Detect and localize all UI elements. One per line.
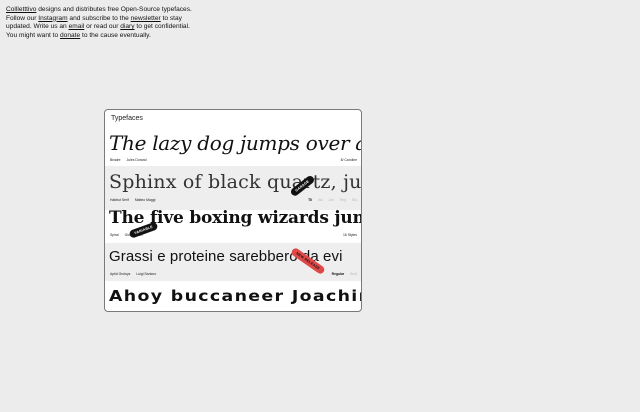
style-option[interactable]: Tll [308, 198, 312, 202]
typeface-styles-count: 8/ Caroline [340, 158, 357, 162]
typeface-name[interactable]: Spiral [110, 233, 119, 237]
style-option[interactable]: Ital [318, 198, 323, 202]
typeface-styles-count: 16 Styles [343, 233, 357, 237]
typeface-meta: Binaire Jules Durand [110, 158, 152, 162]
style-selector: Regular Bold [327, 272, 357, 276]
typefaces-panel: Typefaces The lazy dog jumps over a quic… [104, 109, 362, 312]
typeface-meta: Habbut Serif Matteo Maggi [110, 198, 160, 202]
panel-title: Typefaces [111, 115, 143, 122]
brand-link[interactable]: Collletttivo [6, 6, 36, 13]
intro-text-4: or read our [84, 23, 121, 31]
typeface-row-aptid[interactable]: Grassi e proteine sarebbero da evi Aptid… [105, 243, 361, 281]
style-option[interactable]: Regular [332, 272, 345, 276]
typeface-designer[interactable]: Jules Durand [127, 158, 147, 162]
typeface-row-ahoy[interactable]: Ahoy buccaneer Joachim [105, 282, 361, 311]
style-option[interactable]: Bld [352, 198, 357, 202]
typeface-designer[interactable]: Matteo Maggi [135, 198, 156, 202]
typeface-sample: Sphinx of black quartz, judge [109, 171, 361, 193]
typeface-designer[interactable]: Luigi Santoro [136, 272, 156, 276]
typeface-name[interactable]: Habbut Serif [110, 198, 129, 202]
intro-text: Collletttivo designs and distributes fre… [6, 6, 196, 40]
style-option[interactable]: Reg [340, 198, 346, 202]
instagram-link[interactable]: Instagram [38, 15, 67, 22]
diary-link[interactable]: diary [120, 23, 134, 30]
donate-link[interactable]: donate [60, 32, 80, 39]
intro-text-2: and subscribe to the [67, 14, 131, 22]
typeface-name[interactable]: Binaire [110, 158, 121, 162]
typeface-row-habbut[interactable]: Sphinx of black quartz, judge Habbut Ser… [105, 166, 361, 210]
email-link[interactable]: email [69, 23, 85, 30]
newsletter-link[interactable]: newsletter [131, 15, 161, 22]
style-option[interactable]: Lite [328, 198, 333, 202]
style-selector: Tll Ital Lite Reg Bld [303, 198, 357, 202]
typeface-row-spiral[interactable]: The five boxing wizards jump qui Spiral … [105, 206, 361, 243]
typeface-meta: Aptid Grotsys Luigi Santoro [110, 272, 161, 276]
intro-text-6: to the cause eventually. [80, 31, 151, 39]
typeface-name[interactable]: Aptid Grotsys [110, 272, 130, 276]
typeface-sample: The lazy dog jumps over a quick [109, 131, 361, 155]
typeface-sample: Ahoy buccaneer Joachim [109, 287, 361, 305]
style-option[interactable]: Bold [350, 272, 357, 276]
